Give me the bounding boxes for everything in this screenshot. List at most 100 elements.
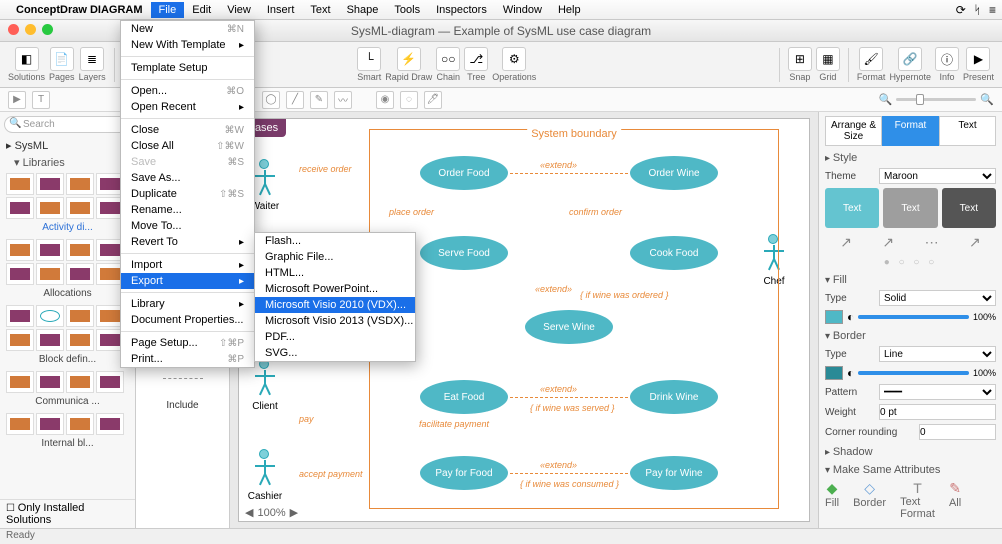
curve-tool[interactable]: 〰 [334,91,352,109]
pen-tool[interactable]: ✎ [310,91,328,109]
menu-inspectors[interactable]: Inspectors [428,2,495,18]
tool-solutions[interactable]: ◧Solutions [8,47,45,82]
uc-pay-food[interactable]: Pay for Food [420,456,508,490]
uc-serve-wine[interactable]: Serve Wine [525,310,613,344]
tree-root[interactable]: ▸ SysML [0,137,135,154]
uc-serve-food[interactable]: Serve Food [420,236,508,270]
line-tool[interactable]: ╱ [286,91,304,109]
uc-order-food[interactable]: Order Food [420,156,508,190]
menu-import[interactable]: Import [121,257,254,273]
menu-open[interactable]: Open...⌘O [121,83,254,99]
menu-move-to[interactable]: Move To... [121,218,254,234]
menu-save-as[interactable]: Save As... [121,170,254,186]
tool-hypernote[interactable]: 🔗Hypernote [889,47,931,82]
menu-shape[interactable]: Shape [339,2,387,18]
menu-rename[interactable]: Rename... [121,202,254,218]
attr-border[interactable]: ◇Border [853,480,886,520]
uc-order-wine[interactable]: Order Wine [630,156,718,190]
tool-pages[interactable]: 📄Pages [49,47,75,82]
zoom-out-icon[interactable]: 🔍 [879,93,893,106]
minimize-icon[interactable] [25,24,36,35]
uc-pay-wine[interactable]: Pay for Wine [630,456,718,490]
zoom-icon[interactable] [42,24,53,35]
menu-print[interactable]: Print...⌘P [121,351,254,367]
menu-export[interactable]: Export [121,273,254,289]
menu-file[interactable]: File [151,2,185,18]
search-input[interactable]: Search [4,116,131,133]
tool-ops[interactable]: ⚙Operations [492,47,536,82]
only-installed-checkbox[interactable]: ☐ Only Installed Solutions [0,499,135,528]
uc-drink-wine[interactable]: Drink Wine [630,380,718,414]
menu-text[interactable]: Text [302,2,338,18]
tool-chain[interactable]: ○○Chain [436,47,460,82]
weight-input[interactable] [879,404,996,420]
tool-layers[interactable]: ≣Layers [79,47,106,82]
system-boundary[interactable]: System boundary Order Food Order Wine Se… [369,129,779,509]
menu-revert[interactable]: Revert To [121,234,254,250]
tool-snap[interactable]: ⊞Snap [788,47,812,82]
close-icon[interactable] [8,24,19,35]
export-ppt[interactable]: Microsoft PowerPoint... [255,281,415,297]
tool-present[interactable]: ▶Present [963,47,994,82]
text-tool[interactable]: T [32,91,50,109]
lib-activity[interactable]: Activity di... [4,171,131,233]
export-html[interactable]: HTML... [255,265,415,281]
menu-close[interactable]: Close⌘W [121,122,254,138]
arrow-presets[interactable]: ↗↗⋯↗ [825,234,996,251]
border-color[interactable] [825,366,843,380]
fill-tool[interactable]: ◉ [376,91,394,109]
menu-template-setup[interactable]: Template Setup [121,60,254,76]
menu-page-setup[interactable]: Page Setup...⇧⌘P [121,335,254,351]
menu-help[interactable]: Help [550,2,589,18]
tool-grid[interactable]: ▦Grid [816,47,840,82]
theme-select[interactable]: Maroon [879,168,996,184]
style-preset-3[interactable]: Text [942,188,996,228]
tab-text[interactable]: Text [939,116,996,146]
menu-library[interactable]: Library [121,296,254,312]
corner-input[interactable] [919,424,996,440]
style-preset-2[interactable]: Text [883,188,937,228]
stroke-tool[interactable]: ◌ [400,91,418,109]
export-visio-2013[interactable]: Microsoft Visio 2013 (VSDX)... [255,313,415,329]
fill-opacity[interactable] [858,315,969,319]
export-graphic[interactable]: Graphic File... [255,249,415,265]
zoom-in-icon[interactable]: 🔍 [980,93,994,106]
border-opacity[interactable] [858,371,969,375]
attr-text[interactable]: TText Format [900,480,935,520]
uc-eat-food[interactable]: Eat Food [420,380,508,414]
export-visio-2010[interactable]: Microsoft Visio 2010 (VDX)... [255,297,415,313]
fill-type-select[interactable]: Solid [879,290,996,306]
menu-window[interactable]: Window [495,2,550,18]
tool-smart[interactable]: └Smart [357,47,381,82]
attr-all[interactable]: ✎All [949,480,961,520]
menu-close-all[interactable]: Close All⇧⌘W [121,138,254,154]
export-svg[interactable]: SVG... [255,345,415,361]
uc-cook-food[interactable]: Cook Food [630,236,718,270]
menu-edit[interactable]: Edit [184,2,219,18]
border-type-select[interactable]: Line [879,346,996,362]
tree-libraries[interactable]: ▾ Libraries [0,154,135,171]
lib-comm[interactable]: Communica ... [4,369,131,407]
tool-rapid[interactable]: ⚡Rapid Draw [385,47,432,82]
zoom-slider[interactable]: 🔍 🔍 [879,93,994,106]
shadow-section[interactable]: ▸ Shadow [825,446,996,458]
menu-duplicate[interactable]: Duplicate⇧⌘S [121,186,254,202]
export-flash[interactable]: Flash... [255,233,415,249]
menu-new-template[interactable]: New With Template [121,37,254,53]
lib-allocations[interactable]: Allocations [4,237,131,299]
menu-new[interactable]: New⌘N [121,21,254,37]
menu-insert[interactable]: Insert [259,2,303,18]
tool-tree[interactable]: ⎇Tree [464,47,488,82]
tab-arrange[interactable]: Arrange & Size [825,116,882,146]
lib-internal[interactable]: Internal bl... [4,411,131,449]
pattern-select[interactable]: ━━━ [879,384,996,400]
export-pdf[interactable]: PDF... [255,329,415,345]
style-preset-1[interactable]: Text [825,188,879,228]
menu-doc-props[interactable]: Document Properties... [121,312,254,328]
fill-color[interactable] [825,310,843,324]
tool-info[interactable]: ⓘInfo [935,47,959,82]
actor-cashier[interactable]: Cashier [245,449,285,502]
lib-block[interactable]: Block defin... [4,303,131,365]
window-controls[interactable] [8,24,53,35]
menu-open-recent[interactable]: Open Recent [121,99,254,115]
